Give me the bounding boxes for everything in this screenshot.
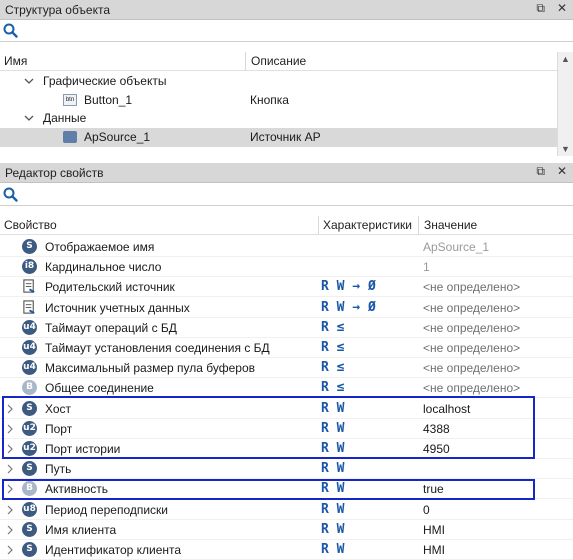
- chevron-right-icon[interactable]: [6, 525, 14, 535]
- type-badge-icon: i8: [22, 259, 37, 275]
- structure-search-row[interactable]: [0, 20, 573, 42]
- property-name: Идентификатор клиента: [45, 543, 182, 557]
- property-name: Родительский источник: [45, 280, 175, 295]
- property-characteristics: R W: [321, 461, 345, 477]
- close-icon[interactable]: ✕: [557, 1, 567, 16]
- property-characteristics: R W → Ø: [321, 279, 376, 295]
- property-characteristics: R ≤: [321, 380, 345, 396]
- properties-search-row[interactable]: [0, 184, 573, 206]
- property-name: Путь: [45, 462, 72, 477]
- property-value[interactable]: ApSource_1: [423, 240, 489, 254]
- tree-item-name: Button_1: [84, 92, 133, 107]
- type-badge-icon: B: [22, 380, 37, 396]
- tree-item[interactable]: btn Button_1 Кнопка: [0, 91, 557, 110]
- property-characteristics: R W: [321, 542, 345, 557]
- property-row[interactable]: u4 Таймаут установления соединения с БД R …: [0, 338, 573, 358]
- type-badge-icon: S: [22, 542, 37, 557]
- property-name: Отображаемое имя: [45, 240, 155, 254]
- property-row[interactable]: Источник учетных данных R W → Ø <не опреде…: [0, 298, 573, 318]
- reference-icon: [23, 279, 35, 294]
- property-value[interactable]: HMI: [423, 543, 445, 557]
- chevron-down-icon[interactable]: [24, 113, 34, 123]
- property-value[interactable]: 0: [423, 503, 430, 517]
- highlight-activity-row: [2, 479, 535, 500]
- property-characteristics: R W: [321, 501, 345, 517]
- column-property[interactable]: Свойство: [4, 218, 57, 232]
- property-row[interactable]: i8 Кардинальное число 1: [0, 257, 573, 278]
- close-icon[interactable]: ✕: [557, 164, 567, 179]
- property-value[interactable]: <не определено>: [423, 321, 520, 335]
- properties-column-header: Свойство Характеристики Значение: [0, 216, 573, 235]
- properties-panel-header: Редактор свойств ⧉ ✕: [0, 163, 573, 183]
- property-row[interactable]: S Идентификатор клиента R W HMI: [0, 540, 573, 560]
- tree-item-name: Данные: [43, 111, 87, 125]
- type-badge-icon: S: [22, 239, 37, 254]
- property-value[interactable]: <не определено>: [423, 381, 520, 395]
- property-row[interactable]: S Имя клиента R W HMI: [0, 520, 573, 540]
- reference-icon: [23, 299, 35, 314]
- chevron-right-icon[interactable]: [6, 464, 14, 474]
- type-badge-icon: u4: [22, 360, 37, 376]
- search-icon[interactable]: [2, 186, 20, 204]
- structure-panel-title: Структура объекта: [5, 2, 111, 17]
- properties-panel-title: Редактор свойств: [5, 165, 104, 180]
- chevron-down-icon[interactable]: [24, 76, 34, 86]
- property-name: Таймаут установления соединения с БД: [45, 341, 270, 355]
- property-name: Кардинальное число: [45, 260, 162, 275]
- tree-item[interactable]: Данные: [0, 109, 557, 128]
- structure-scrollbar[interactable]: ▲ ▼: [557, 52, 573, 156]
- property-value[interactable]: 1: [423, 260, 430, 274]
- property-name: Общее соединение: [45, 381, 154, 396]
- scroll-down-icon[interactable]: ▼: [561, 144, 570, 154]
- type-badge-icon: S: [22, 521, 37, 537]
- tree-item-description: Источник АР: [250, 129, 321, 144]
- property-value[interactable]: <не определено>: [423, 361, 520, 375]
- tree-item-description: Кнопка: [250, 92, 289, 107]
- chevron-right-icon[interactable]: [6, 505, 14, 515]
- property-row[interactable]: u4 Максимальный размер пула буферов R ≤ <не…: [0, 358, 573, 379]
- column-characteristics[interactable]: Характеристики: [323, 218, 412, 232]
- type-badge-icon: u4: [22, 340, 37, 355]
- property-row[interactable]: S Путь R W: [0, 459, 573, 480]
- property-name: Источник учетных данных: [45, 300, 190, 315]
- property-value[interactable]: <не определено>: [423, 280, 520, 294]
- property-characteristics: R W: [321, 521, 345, 537]
- type-badge-icon: u8: [22, 501, 37, 517]
- property-characteristics: R W → Ø: [321, 299, 376, 315]
- undock-icon[interactable]: ⧉: [536, 164, 545, 179]
- property-characteristics: R ≤: [321, 340, 345, 355]
- structure-panel-header: Структура объекта ⧉ ✕: [0, 0, 573, 20]
- type-badge-icon: u4: [22, 319, 37, 335]
- property-row[interactable]: u4 Таймаут операций с БД R ≤ <не определено…: [0, 318, 573, 338]
- chevron-right-icon[interactable]: [6, 545, 14, 555]
- button-icon: btn: [63, 93, 77, 106]
- property-value[interactable]: <не определено>: [423, 341, 520, 355]
- scroll-up-icon[interactable]: ▲: [561, 54, 570, 64]
- property-value[interactable]: <не определено>: [423, 301, 520, 315]
- search-icon[interactable]: [2, 22, 20, 40]
- column-description[interactable]: Описание: [251, 54, 306, 68]
- property-name: Имя клиента: [45, 522, 117, 537]
- type-badge-icon: S: [22, 461, 37, 477]
- property-name: Период переподписки: [45, 502, 169, 517]
- highlight-connection-group: [2, 396, 535, 459]
- tree-item[interactable]: Графические объекты: [0, 72, 557, 91]
- undock-icon[interactable]: ⧉: [536, 1, 545, 16]
- structure-column-header: Имя Описание: [0, 52, 557, 71]
- source-icon: [63, 130, 77, 143]
- property-name: Максимальный размер пула буферов: [45, 361, 255, 376]
- property-row[interactable]: u8 Период переподписки R W 0: [0, 500, 573, 520]
- tree-item-name: Графические объекты: [43, 74, 167, 88]
- property-value[interactable]: HMI: [423, 523, 445, 537]
- property-characteristics: R ≤: [321, 360, 345, 376]
- property-row[interactable]: Родительский источник R W → Ø <не определе…: [0, 277, 573, 298]
- property-characteristics: R ≤: [321, 319, 345, 335]
- column-name[interactable]: Имя: [4, 54, 27, 68]
- property-row[interactable]: S Отображаемое имя ApSource_1: [0, 237, 573, 257]
- tree-item-name: ApSource_1: [84, 129, 151, 144]
- column-value[interactable]: Значение: [424, 218, 477, 232]
- tree-item[interactable]: ApSource_1 Источник АР: [0, 127, 557, 147]
- property-name: Таймаут операций с БД: [45, 320, 177, 335]
